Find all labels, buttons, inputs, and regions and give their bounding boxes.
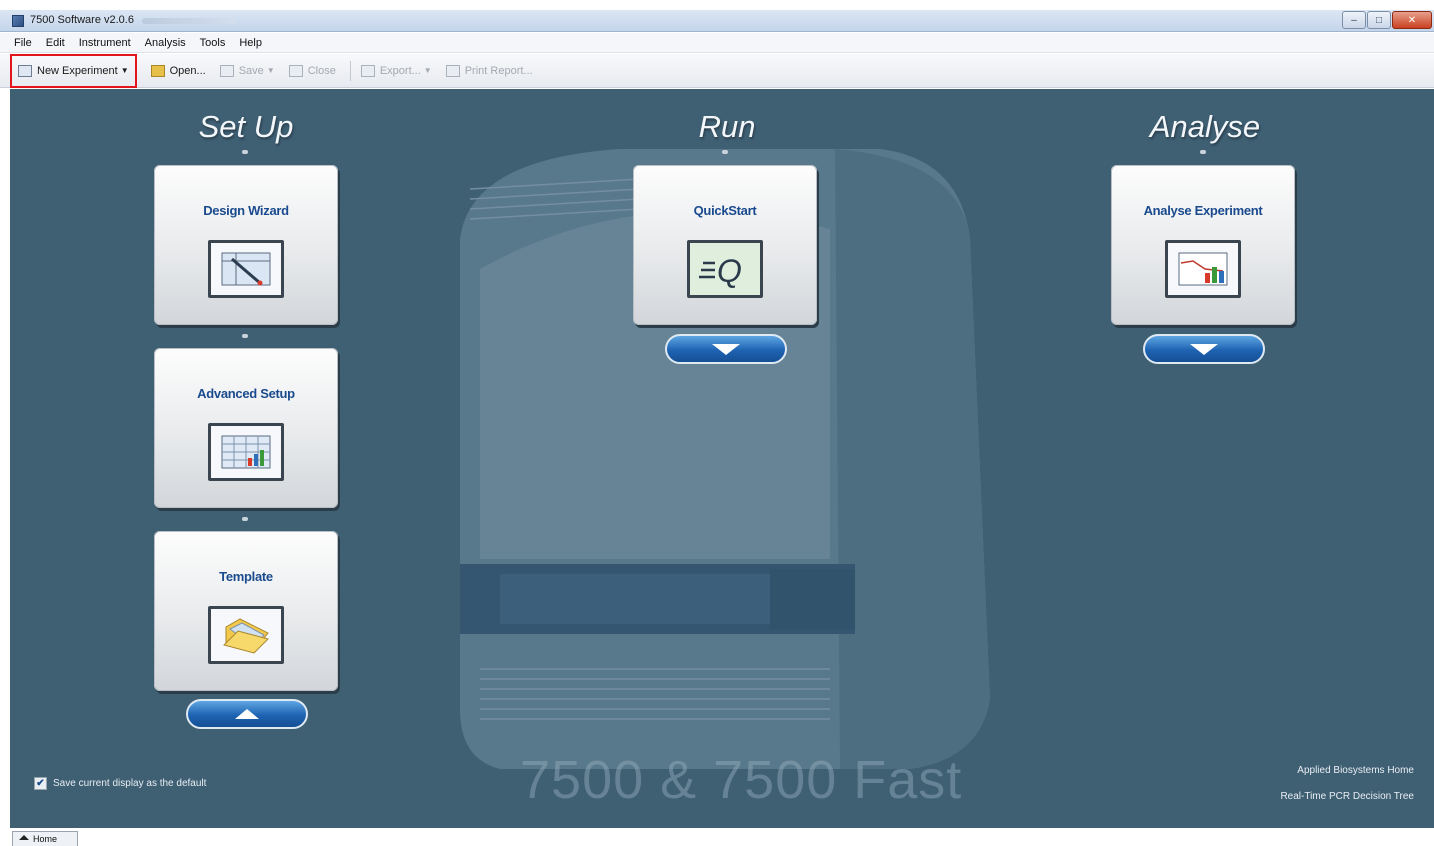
template-label: Template — [219, 569, 273, 584]
connector-dot — [242, 150, 248, 154]
instrument-name: 7500 & 7500 Fast — [520, 750, 963, 810]
minimize-icon[interactable]: – — [1342, 11, 1366, 29]
quickstart-label: QuickStart — [693, 203, 757, 218]
svg-text:Q: Q — [717, 253, 742, 289]
save-icon — [219, 64, 234, 77]
home-icon — [19, 834, 29, 840]
title-bar: 7500 Software v2.0.6 – □ ✕ — [0, 10, 1434, 32]
close-document-icon — [288, 64, 303, 77]
applied-biosystems-home-link[interactable]: Applied Biosystems Home — [1297, 765, 1414, 776]
design-wizard-card[interactable]: Design Wizard — [154, 165, 338, 325]
save-default-checkbox[interactable]: ✔ — [34, 777, 47, 790]
toolbar-separator — [349, 60, 351, 81]
analyse-experiment-label: Analyse Experiment — [1143, 203, 1263, 218]
export-icon — [360, 64, 375, 77]
menu-instrument[interactable]: Instrument — [79, 37, 131, 49]
chevron-up-icon — [235, 709, 259, 719]
connector-dot — [1200, 150, 1206, 154]
menu-analysis[interactable]: Analysis — [145, 37, 186, 49]
toolbar: New Experiment ▼ Open... Save ▼ Close Ex… — [0, 53, 1434, 88]
new-experiment-button[interactable]: New Experiment ▼ — [10, 53, 137, 88]
analyse-chart-icon — [1165, 240, 1241, 298]
chevron-down-icon: ▼ — [266, 66, 275, 75]
connector-dot — [242, 517, 248, 521]
pcr-decision-tree-link[interactable]: Real-Time PCR Decision Tree — [1280, 791, 1414, 802]
new-experiment-label: New Experiment — [37, 64, 118, 77]
home-panel: 7500 & 7500 Fast Set Up Run Analyse Desi… — [10, 89, 1434, 828]
chevron-down-icon: ▼ — [423, 66, 432, 75]
close-label: Close — [307, 64, 336, 77]
analyse-experiment-card[interactable]: Analyse Experiment — [1111, 165, 1295, 325]
print-report-label: Print Report... — [464, 64, 533, 77]
chevron-down-icon — [1190, 343, 1218, 355]
analyse-expand-button[interactable] — [1143, 334, 1265, 364]
window-controls: – □ ✕ — [1341, 11, 1432, 29]
open-button[interactable]: Open... — [150, 57, 206, 85]
quickstart-icon: Q — [687, 240, 763, 298]
template-card[interactable]: Template — [154, 531, 338, 691]
printer-icon — [445, 64, 460, 77]
new-experiment-icon — [18, 64, 32, 77]
close-button[interactable]: Close — [288, 57, 336, 85]
connector-dot — [242, 334, 248, 338]
folder-icon — [208, 606, 284, 664]
advanced-setup-card[interactable]: Advanced Setup — [154, 348, 338, 508]
advanced-setup-icon — [208, 423, 284, 481]
save-label: Save — [238, 64, 264, 77]
maximize-icon[interactable]: □ — [1367, 11, 1391, 29]
tab-home[interactable]: Home — [12, 831, 78, 846]
menu-tools[interactable]: Tools — [200, 37, 226, 49]
analyse-title: Analyse — [1149, 109, 1261, 144]
export-button[interactable]: Export... ▼ — [360, 57, 432, 85]
app-icon — [12, 15, 24, 27]
run-expand-button[interactable] — [665, 334, 787, 364]
close-icon[interactable]: ✕ — [1392, 11, 1432, 29]
save-button[interactable]: Save ▼ — [219, 57, 275, 85]
title-blur — [142, 18, 237, 24]
save-default-label: Save current display as the default — [53, 778, 207, 789]
print-report-button[interactable]: Print Report... — [445, 57, 533, 85]
run-title: Run — [698, 109, 756, 144]
menu-help[interactable]: Help — [239, 37, 262, 49]
folder-open-icon — [150, 64, 165, 77]
setup-title: Set Up — [198, 109, 294, 144]
menu-file[interactable]: File — [14, 37, 32, 49]
tab-strip — [0, 828, 1434, 846]
save-default-row[interactable]: ✔ Save current display as the default — [34, 777, 206, 790]
design-wizard-label: Design Wizard — [203, 203, 289, 218]
advanced-setup-label: Advanced Setup — [197, 386, 295, 401]
menu-bar: File Edit Instrument Analysis Tools Help — [0, 33, 1434, 53]
design-wizard-icon — [208, 240, 284, 298]
open-label: Open... — [169, 64, 206, 77]
chevron-down-icon — [712, 343, 740, 355]
menu-edit[interactable]: Edit — [46, 37, 65, 49]
window-title: 7500 Software v2.0.6 — [30, 14, 134, 26]
export-label: Export... — [379, 64, 421, 77]
connector-dot — [722, 150, 728, 154]
tab-home-label: Home — [33, 834, 58, 844]
quickstart-card[interactable]: QuickStart Q — [633, 165, 817, 325]
chevron-down-icon: ▼ — [120, 66, 129, 75]
setup-collapse-button[interactable] — [186, 699, 308, 729]
